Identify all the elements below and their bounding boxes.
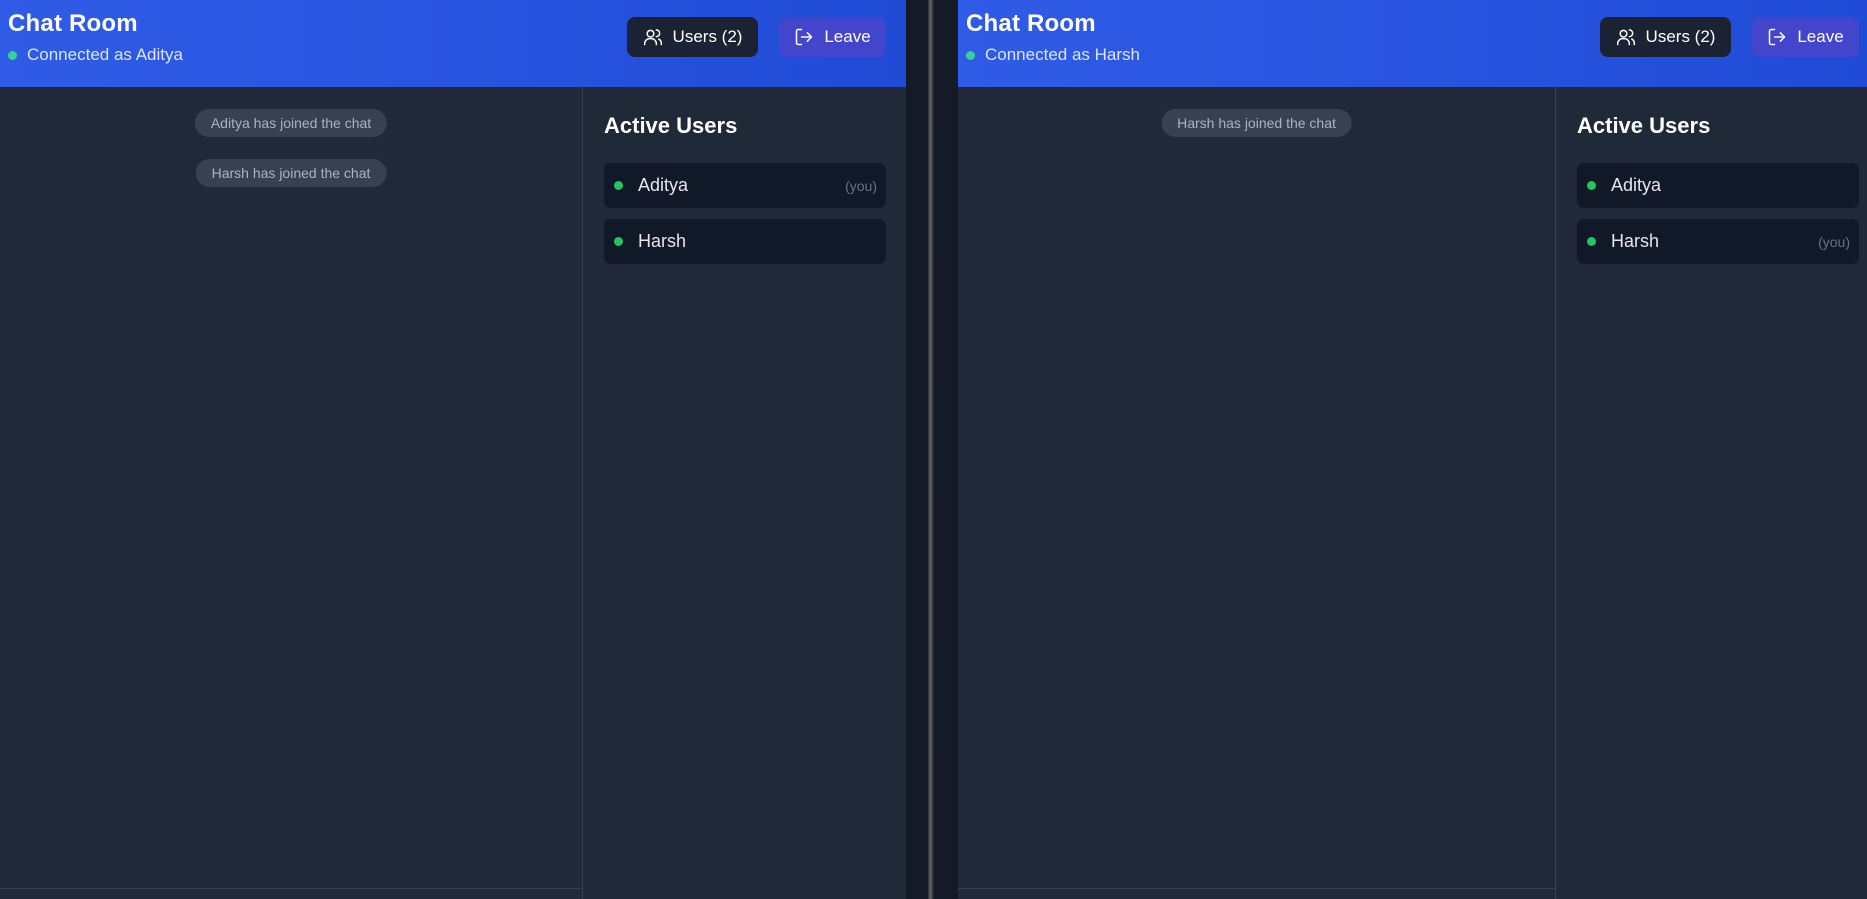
user-name: Harsh [1611,231,1660,251]
users-button[interactable]: Users (2) [1600,17,1731,57]
leave-button[interactable]: Leave [1752,17,1859,57]
chat-window-harsh: Chat Room Connected as Harsh Users (2) L… [958,0,1867,899]
logout-icon [796,28,813,46]
system-message: Aditya has joined the chat [194,109,388,137]
active-users-sidebar: Active Users Aditya Harsh (you) [1555,87,1867,899]
users-button-label: Users (2) [672,27,743,46]
message-list: Aditya has joined the chat Harsh has joi… [0,87,582,899]
leave-button[interactable]: Leave [779,17,886,57]
users-icon [1616,29,1635,46]
online-dot [614,237,623,246]
connection-status: Connected as Harsh [966,45,1140,65]
users-button-label: Users (2) [1645,27,1716,46]
connection-status-text: Connected as Aditya [27,45,183,64]
online-dot [614,181,623,190]
you-tag: (you) [1818,233,1850,250]
online-dot [1587,181,1596,190]
online-status-dot [8,50,17,60]
system-message: Harsh has joined the chat [1161,109,1352,137]
system-message: Harsh has joined the chat [195,159,387,187]
online-dot [1587,237,1596,246]
chat-window-aditya: Chat Room Connected as Aditya Users (2) … [0,0,906,899]
connection-status-text: Connected as Harsh [985,45,1140,64]
chat-header: Chat Room Connected as Aditya Users (2) … [0,0,906,87]
window-divider[interactable] [928,0,934,899]
you-tag: (you) [845,177,877,194]
connection-status: Connected as Aditya [8,45,183,65]
sidebar-title: Active Users [1577,113,1711,138]
message-list: Harsh has joined the chat [958,87,1555,899]
user-item-harsh[interactable]: Harsh (you) [1577,219,1859,264]
sidebar-title: Active Users [604,113,738,138]
users-button[interactable]: Users (2) [627,17,758,57]
input-divider [958,888,1555,889]
chat-header: Chat Room Connected as Harsh Users (2) L… [958,0,1867,87]
leave-button-label: Leave [824,27,871,46]
user-name: Aditya [1611,175,1662,195]
user-item-aditya[interactable]: Aditya [1577,163,1859,208]
user-name: Harsh [638,231,687,251]
input-divider [0,888,582,889]
user-item-harsh[interactable]: Harsh [604,219,886,264]
chat-title: Chat Room [966,10,1096,37]
active-users-sidebar: Active Users Aditya (you) Harsh [582,87,906,899]
user-name: Aditya [638,175,689,195]
leave-button-label: Leave [1797,27,1844,46]
chat-title: Chat Room [8,10,138,37]
user-item-aditya[interactable]: Aditya (you) [604,163,886,208]
logout-icon [1769,28,1786,46]
users-icon [643,29,662,46]
online-status-dot [966,50,975,60]
